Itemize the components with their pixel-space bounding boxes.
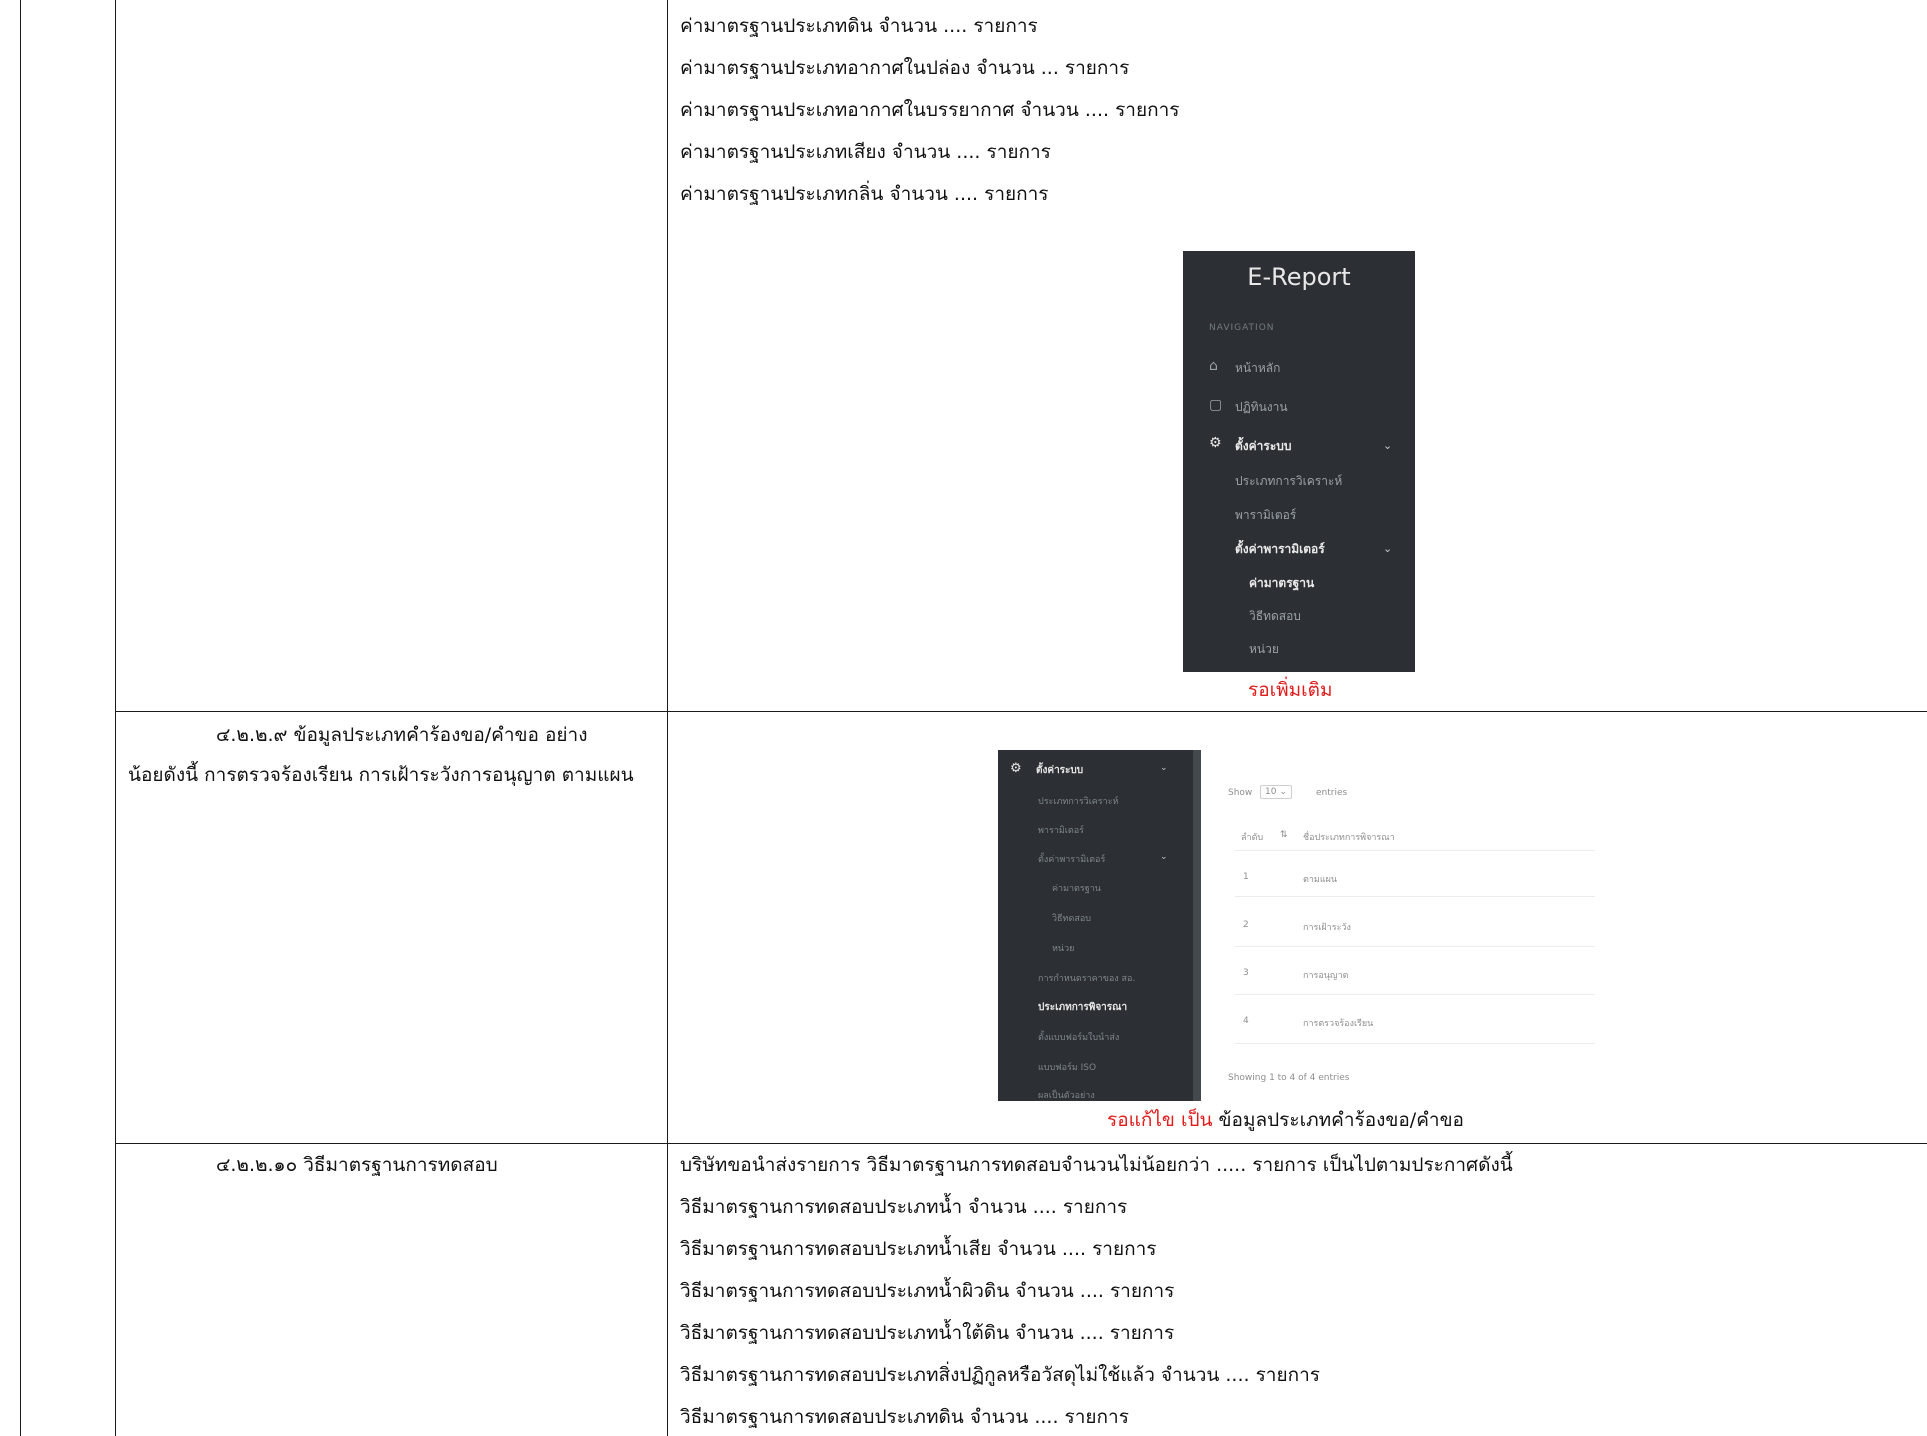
method-line: วิธีมาตรฐานการทดสอบประเภทน้ำใต้ดิน จำนวน…	[680, 1322, 1175, 1344]
sidebar-item: แบบฟอร์ม ISO	[1038, 1063, 1097, 1073]
table-row-rule	[1235, 994, 1595, 995]
settings-sidebar: ⚙ ตั้งค่าระบบ ⌄ ประเภทการวิเคราะห์ พาราม…	[998, 750, 1193, 1101]
nav-item-settings: ตั้งค่าระบบ	[1235, 439, 1292, 453]
nav-item-standard-value: ค่ามาตรฐาน	[1249, 576, 1315, 590]
table-border-col2	[667, 0, 668, 1436]
method-line: วิธีมาตรฐานการทดสอบประเภทสิ่งปฏิกูลหรือว…	[680, 1364, 1320, 1386]
row-name: ตามแผน	[1303, 875, 1338, 885]
sidebar-item: การกำหนดราคาของ สอ.	[1038, 974, 1136, 984]
entries-select: 10 ⌄	[1260, 785, 1292, 799]
method-line: บริษัทขอนำส่งรายการ วิธีมาตรฐานการทดสอบจ…	[680, 1154, 1513, 1176]
section-heading-line1: น้อยดังนี้ การตรวจร้องเรียน การเฝ้าระวัง…	[128, 764, 634, 786]
request-type-screenshot: ⚙ ตั้งค่าระบบ ⌄ ประเภทการวิเคราะห์ พาราม…	[998, 750, 1596, 1101]
nav-item-home: หน้าหลัก	[1235, 361, 1281, 375]
edit-note: รอแก้ไข เป็น ข้อมูลประเภทคำร้องขอ/คำขอ	[1107, 1108, 1464, 1132]
table-row-rule	[1235, 1043, 1595, 1044]
nav-header: NAVIGATION	[1209, 323, 1275, 333]
row-divider-2	[115, 1143, 1927, 1144]
sidebar-item: ผลเป็นตัวอย่าง	[1038, 1091, 1095, 1101]
show-label: Show	[1228, 788, 1253, 798]
calendar-icon: ▢	[1209, 397, 1223, 413]
pending-note: รอเพิ่มเติม	[1248, 679, 1333, 701]
sidebar-item: ค่ามาตรฐาน	[1052, 884, 1101, 894]
table-header-rule	[1235, 850, 1595, 851]
standard-line: ค่ามาตรฐานประเภทอากาศในปล่อง จำนวน ... ร…	[680, 57, 1130, 79]
chevron-down-icon: ⌄	[1160, 852, 1168, 862]
entries-value: 10	[1265, 787, 1277, 797]
method-line: วิธีมาตรฐานการทดสอบประเภทน้ำ จำนวน .... …	[680, 1196, 1128, 1218]
method-line: วิธีมาตรฐานการทดสอบประเภทน้ำผิวดิน จำนวน…	[680, 1280, 1175, 1302]
table-footer: Showing 1 to 4 of 4 entries	[1228, 1073, 1350, 1083]
method-line: วิธีมาตรฐานการทดสอบประเภทดิน จำนวน .... …	[680, 1406, 1129, 1428]
standard-line: ค่ามาตรฐานประเภทดิน จำนวน .... รายการ	[680, 15, 1038, 37]
sidebar-item: ตั้งแบบฟอร์มใบนำส่ง	[1038, 1033, 1120, 1043]
section-heading: ๔.๒.๒.๑๐ วิธีมาตรฐานการทดสอบ	[216, 1154, 498, 1176]
row-no: 3	[1243, 968, 1249, 978]
standard-line: ค่ามาตรฐานประเภทกลิ่น จำนวน .... รายการ	[680, 183, 1049, 205]
col-no-header: ลำดับ	[1241, 833, 1264, 843]
gear-icon: ⚙	[1209, 435, 1222, 451]
standard-line: ค่ามาตรฐานประเภทอากาศในบรรยากาศ จำนวน ..…	[680, 99, 1180, 121]
nav-item-unit: หน่วย	[1249, 642, 1279, 656]
table-border-col1	[115, 0, 116, 1436]
edit-note-text: ข้อมูลประเภทคำร้องขอ/คำขอ	[1212, 1109, 1464, 1131]
nav-item-test-method: วิธีทดสอบ	[1249, 609, 1301, 623]
chevron-down-icon: ⌄	[1383, 439, 1393, 452]
row-name: การตรวจร้องเรียน	[1303, 1019, 1374, 1029]
row-name: การเฝ้าระวัง	[1303, 923, 1351, 933]
sidebar-item: ตั้งค่าพารามิเตอร์	[1038, 855, 1106, 865]
e-report-sidebar-screenshot: E-Report NAVIGATION ⌂ หน้าหลัก ▢ ปฏิทินง…	[1183, 251, 1415, 672]
col-name-header: ชื่อประเภทการพิจารณา	[1303, 833, 1395, 843]
row-divider-1	[115, 711, 1927, 712]
chevron-down-icon: ⌄	[1160, 763, 1168, 773]
nav-item-calendar: ปฏิทินงาน	[1235, 400, 1288, 414]
section-heading: ๔.๒.๒.๙ ข้อมูลประเภทคำร้องขอ/คำขอ อย่าง	[216, 724, 588, 746]
entries-label: entries	[1316, 788, 1348, 798]
method-line: วิธีมาตรฐานการทดสอบประเภทน้ำเสีย จำนวน .…	[680, 1238, 1157, 1260]
table-border-left	[20, 0, 21, 1436]
home-icon: ⌂	[1209, 358, 1218, 374]
edit-note-red: รอแก้ไข เป็น	[1107, 1109, 1213, 1131]
brand-title: E-Report	[1247, 263, 1351, 291]
sidebar-item: วิธีทดสอบ	[1052, 914, 1091, 924]
row-name: การอนุญาต	[1303, 971, 1349, 981]
standard-line: ค่ามาตรฐานประเภทเสียง จำนวน .... รายการ	[680, 141, 1051, 163]
sidebar-item-active: ประเภทการพิจารณา	[1038, 1002, 1128, 1013]
sidebar-item-settings: ตั้งค่าระบบ	[1036, 765, 1084, 776]
sidebar-item: พารามิเตอร์	[1038, 826, 1084, 836]
gear-icon: ⚙	[1010, 761, 1022, 776]
sort-icon: ⇅	[1280, 830, 1288, 840]
sidebar-item: ประเภทการวิเคราะห์	[1038, 797, 1119, 807]
row-no: 1	[1243, 872, 1249, 882]
nav-item-parameter-settings: ตั้งค่าพารามิเตอร์	[1235, 542, 1325, 556]
row-no: 2	[1243, 920, 1249, 930]
table-row-rule	[1235, 946, 1595, 947]
nav-item-parameter: พารามิเตอร์	[1235, 508, 1297, 522]
chevron-down-icon: ⌄	[1383, 542, 1393, 555]
sidebar-item: หน่วย	[1052, 944, 1075, 954]
table-row-rule	[1235, 896, 1595, 897]
sidebar-divider	[1193, 750, 1201, 1101]
row-no: 4	[1243, 1016, 1249, 1026]
nav-item-analysis-type: ประเภทการวิเคราะห์	[1235, 474, 1343, 488]
